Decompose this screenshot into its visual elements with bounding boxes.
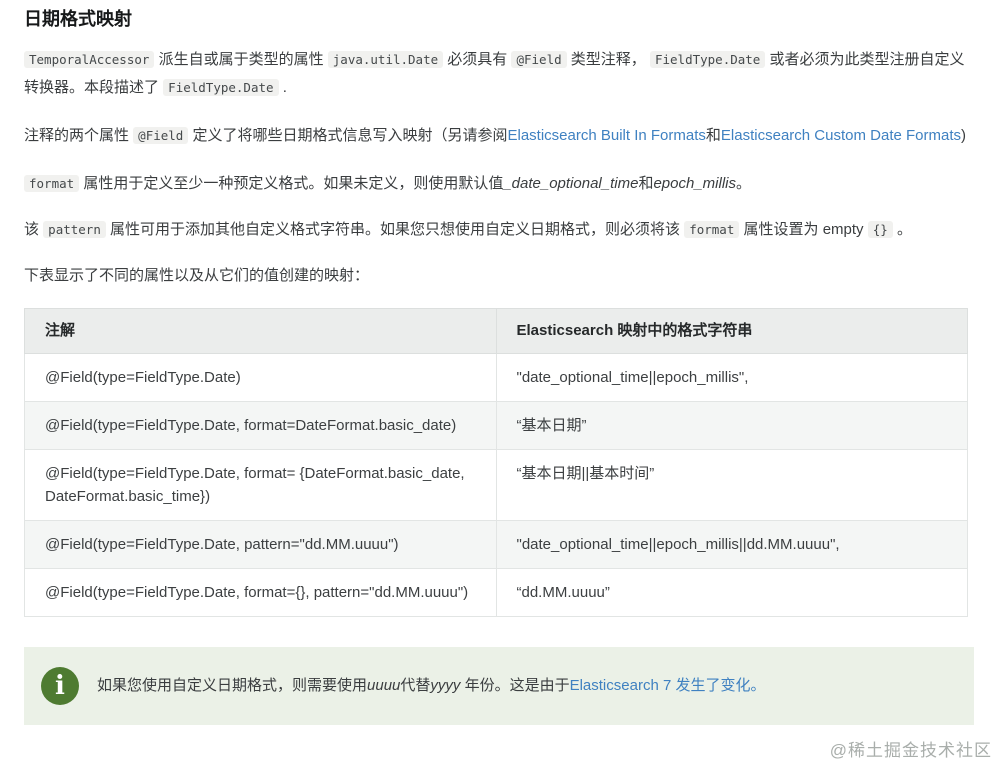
text-run: 如果您使用自定义日期格式，则需要使用 [97,677,368,694]
cell-format-string: "date_optional_time||epoch_millis", [495,353,968,402]
emphasis-uuuu: uuuu [367,677,401,694]
paragraph-table-intro: 下表显示了不同的属性以及从它们的值创建的映射： [24,262,972,290]
note-text: 如果您使用自定义日期格式，则需要使用uuuu代替yyyy 年份。这是由于Elas… [97,673,765,699]
text-run: ) [961,127,966,144]
cell-annotation: @Field(type=FieldType.Date, format=DateF… [24,401,497,450]
inline-code-fieldtype-date: FieldType.Date [649,51,766,68]
table-row: @Field(type=FieldType.Date, format=DateF… [24,401,968,450]
cell-format-string: "date_optional_time||epoch_millis||dd.MM… [495,520,968,569]
table-header-row: 注解 Elasticsearch 映射中的格式字符串 [24,308,968,354]
inline-code-java-util-date: java.util.Date [327,51,444,68]
table-row: @Field(type=FieldType.Date, format={}, p… [24,568,968,617]
table-header-annotation: 注解 [24,308,497,354]
text-run: 派生自或属于类型的属性 [154,51,328,68]
text-run: 下表显示了不同的属性以及从它们的值创建的映射： [24,267,370,284]
cell-annotation: @Field(type=FieldType.Date) [24,353,497,402]
cell-annotation: @Field(type=FieldType.Date, format= {Dat… [24,449,497,521]
text-run: 代替 [400,677,431,694]
watermark: @稀土掘金技术社区 [829,741,992,760]
cell-format-string: “基本日期” [495,401,968,450]
info-icon: i [41,667,79,705]
inline-code-field: @Field [133,127,189,144]
info-note: i 如果您使用自定义日期格式，则需要使用uuuu代替yyyy 年份。这是由于El… [24,647,974,725]
inline-code-format: format [24,175,80,192]
link-custom-date-formats[interactable]: Elasticsearch Custom Date Formats [721,127,961,144]
paragraph-field-attributes: 注释的两个属性 @Field 定义了将哪些日期格式信息写入映射（另请参阅Elas… [24,122,972,150]
emphasis-epoch-millis: epoch_millis [653,175,736,192]
article: 日期格式映射 TemporalAccessor 派生自或属于类型的属性 java… [0,0,1000,617]
paragraph-pattern-attribute: 该 pattern 属性可用于添加其他自定义格式字符串。如果您只想使用自定义日期… [24,216,972,244]
link-elasticsearch-7-change[interactable]: Elasticsearch 7 发生了变化。 [570,677,766,694]
inline-code-field: @Field [511,51,567,68]
text-run: 属性设置为 empty [739,221,868,238]
inline-code-temporal-accessor: TemporalAccessor [24,51,155,68]
inline-code-fieldtype-date: FieldType.Date [163,79,279,96]
table-header-format-string: Elasticsearch 映射中的格式字符串 [495,308,968,354]
text-run: 属性可用于添加其他自定义格式字符串。如果您只想使用自定义日期格式，则必须将该 [105,221,685,238]
inline-code-pattern: pattern [43,221,106,238]
text-run: 属性用于定义至少一种预定义格式。如果未定义，则使用默认值 [79,175,504,192]
date-format-mapping-table: 注解 Elasticsearch 映射中的格式字符串 @Field(type=F… [24,308,968,617]
text-run: . [278,79,287,96]
link-built-in-formats[interactable]: Elasticsearch Built In Formats [508,127,706,144]
cell-format-string: “基本日期||基本时间” [495,449,968,521]
text-run: 。 [892,221,912,238]
table-row: @Field(type=FieldType.Date) "date_option… [24,353,968,402]
table-row: @Field(type=FieldType.Date, pattern="dd.… [24,520,968,569]
text-run: 定义了将哪些日期格式信息写入映射（另请参阅 [188,127,508,144]
cell-annotation: @Field(type=FieldType.Date, pattern="dd.… [24,520,497,569]
table-row: @Field(type=FieldType.Date, format= {Dat… [24,449,968,521]
cell-annotation: @Field(type=FieldType.Date, format={}, p… [24,568,497,617]
text-run: 注释的两个属性 [24,127,134,144]
page-title: 日期格式映射 [24,9,132,29]
paragraph-format-attribute: format 属性用于定义至少一种预定义格式。如果未定义，则使用默认值_date… [24,170,972,198]
text-run: 类型注释， [566,51,650,68]
text-run: 和 [705,127,721,144]
emphasis-yyyy: yyyy [430,677,461,694]
emphasis-date-optional-time: _date_optional_time [503,175,639,192]
paragraph-temporal-accessor: TemporalAccessor 派生自或属于类型的属性 java.util.D… [24,46,972,102]
text-run: 和 [638,175,654,192]
cell-format-string: “dd.MM.uuuu” [495,568,968,617]
inline-code-empty-braces: {} [867,221,893,238]
inline-code-format: format [684,221,740,238]
text-run: 该 [24,221,44,238]
text-run: 。 [736,175,752,192]
text-run: 必须具有 [443,51,512,68]
text-run: 年份。这是由于 [460,677,570,694]
info-icon-glyph: i [55,671,65,701]
